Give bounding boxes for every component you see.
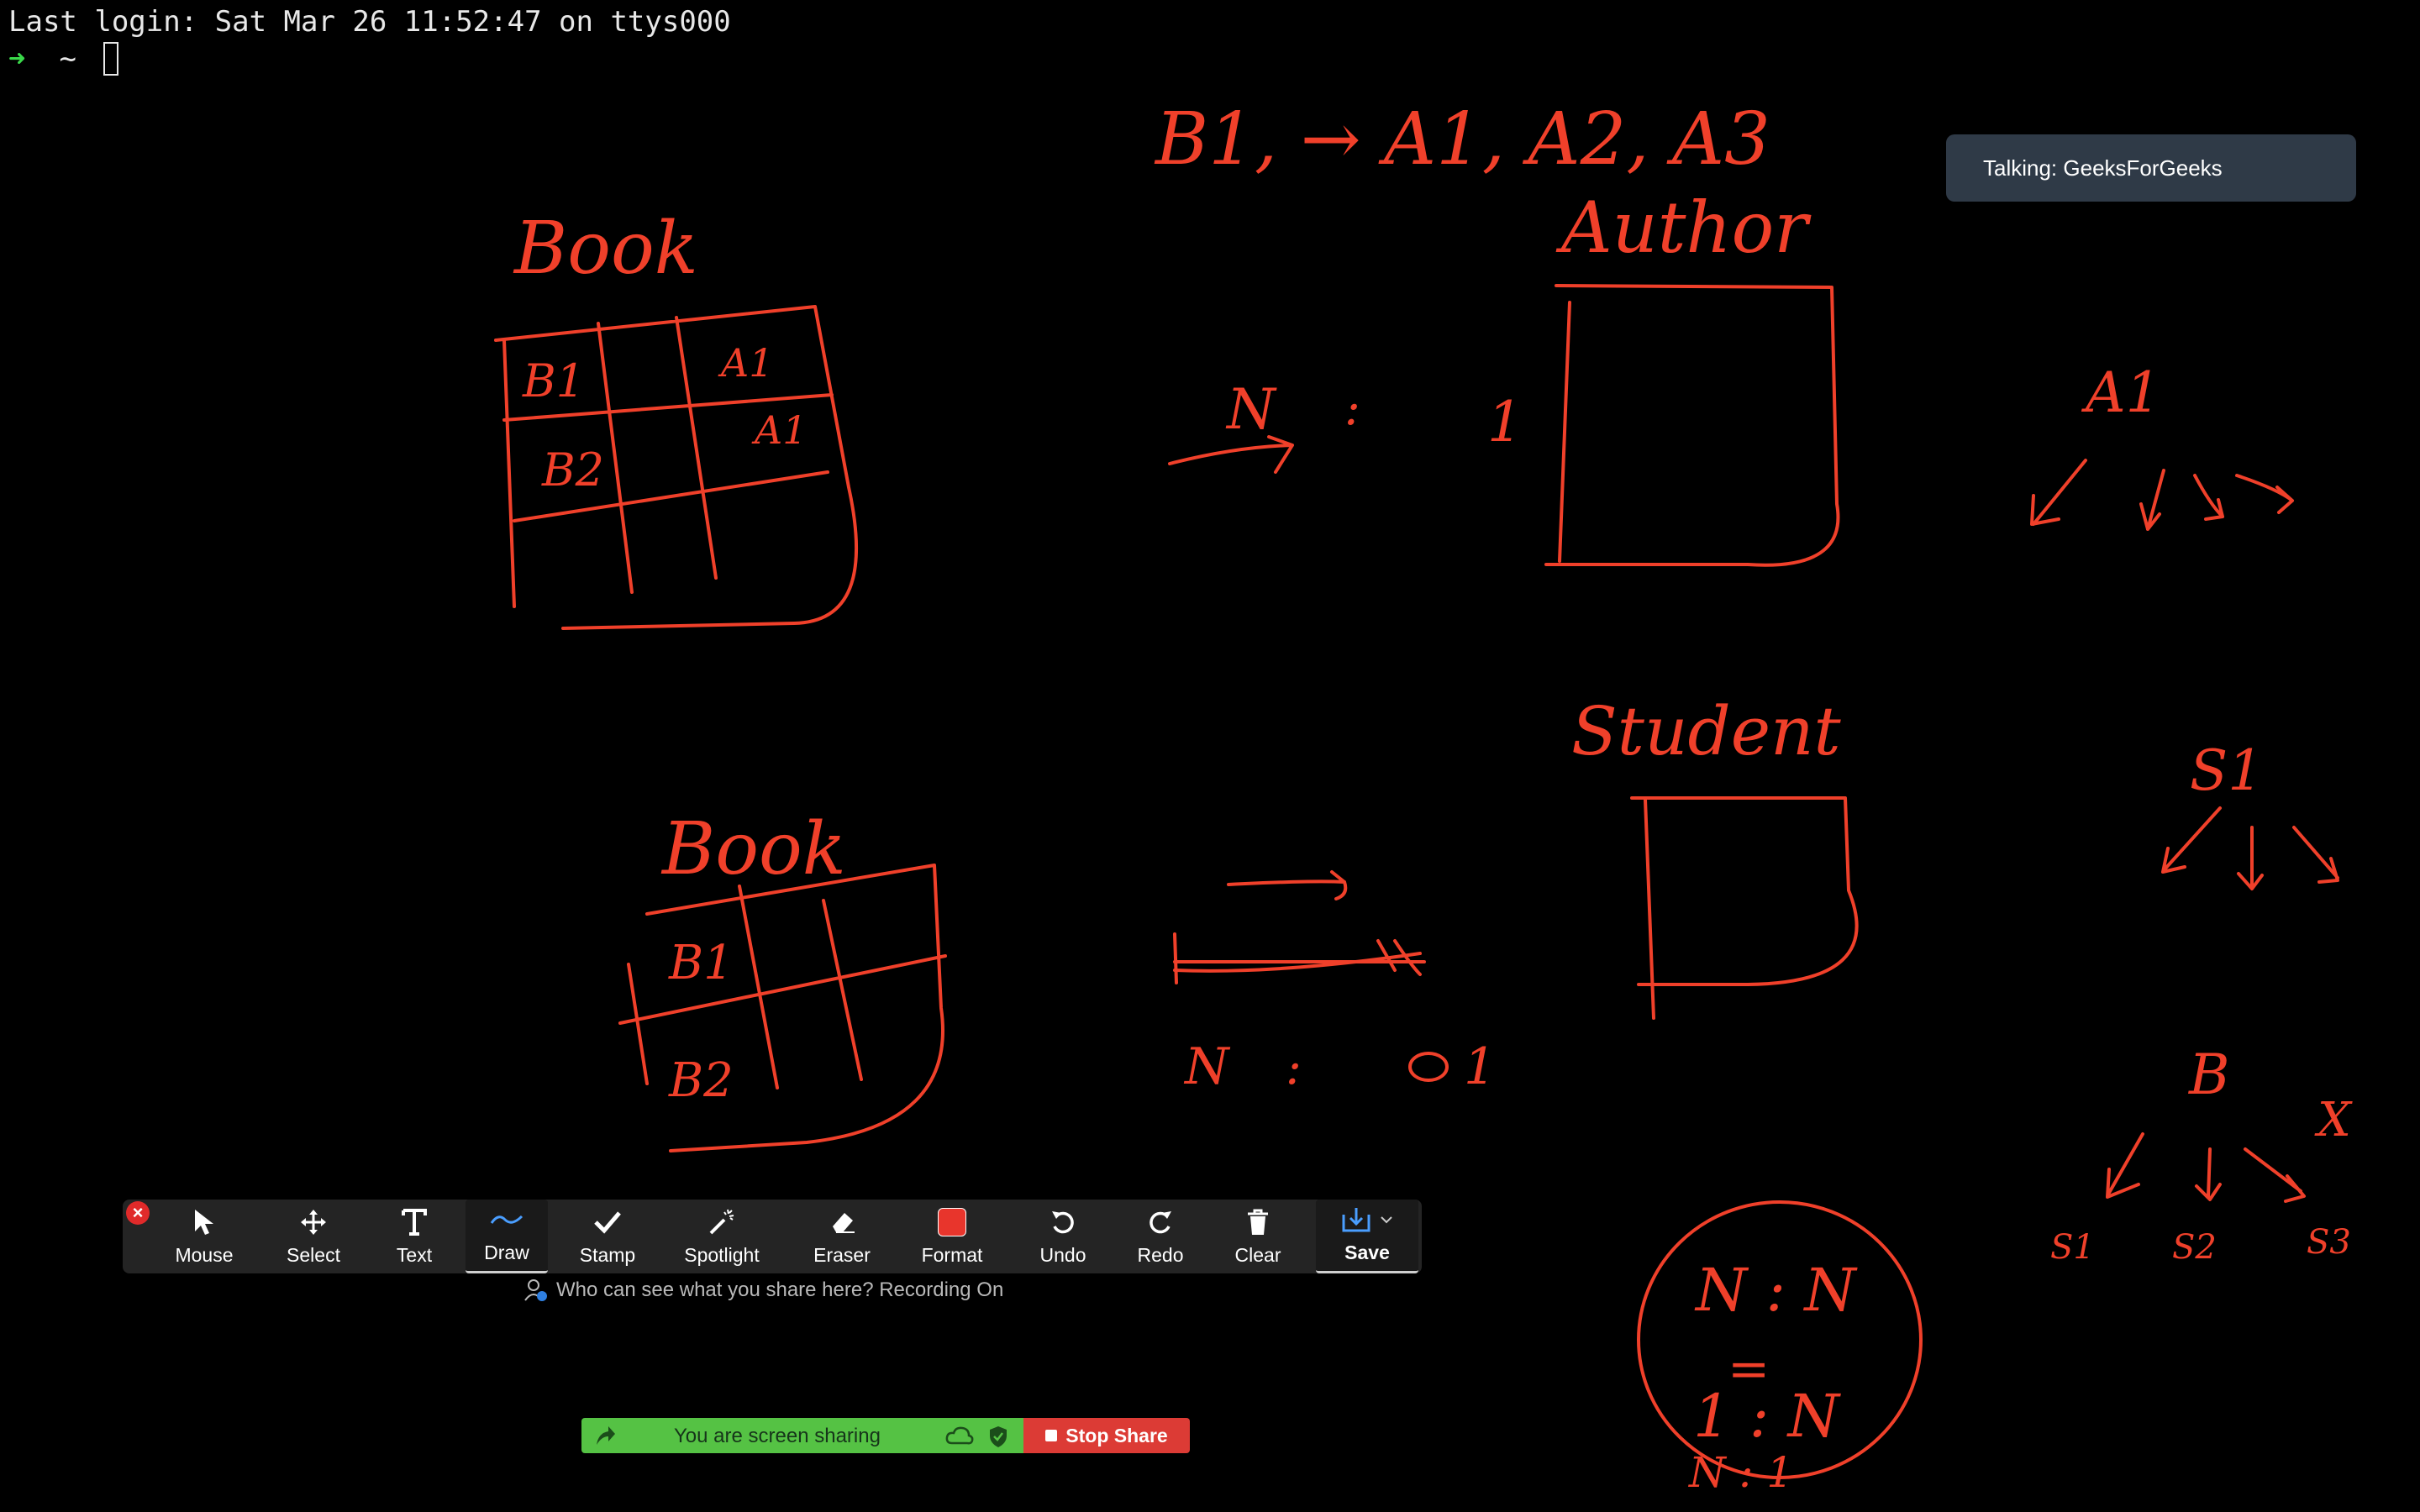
tool-eraser[interactable]: Eraser xyxy=(795,1200,889,1273)
tool-draw-label: Draw xyxy=(484,1242,529,1263)
leaf-s1: S1 xyxy=(2050,1228,2095,1267)
stop-square-icon xyxy=(1045,1430,1058,1441)
tool-save[interactable]: Save xyxy=(1316,1200,1418,1273)
mouse-pointer-icon xyxy=(192,1204,217,1241)
leaf-s3: S3 xyxy=(2307,1223,2351,1262)
student-table xyxy=(1630,796,1859,1020)
sharing-message: You are screen sharing xyxy=(674,1425,881,1447)
tool-format[interactable]: Format xyxy=(906,1200,998,1273)
tool-text[interactable]: Text xyxy=(368,1200,460,1273)
author-table xyxy=(1544,284,1840,567)
tool-mouse[interactable]: Mouse xyxy=(158,1200,250,1273)
move-arrows-icon xyxy=(299,1204,328,1241)
ratio-n-top: N xyxy=(1225,377,1277,442)
chevron-down-icon xyxy=(1381,1216,1392,1224)
scribble-blob xyxy=(1408,1052,1449,1082)
ratio-n-bottom: N xyxy=(1183,1037,1231,1096)
undo-icon xyxy=(1049,1204,1077,1241)
cell-b2-top: B2 xyxy=(541,444,604,496)
tool-select-label: Select xyxy=(287,1244,340,1266)
tool-clear-label: Clear xyxy=(1234,1244,1281,1266)
annotation-mapping: B1, → A1, A2, A3 xyxy=(1154,97,1770,181)
arrow-n-to-1 xyxy=(1168,435,1294,474)
tool-redo-label: Redo xyxy=(1137,1244,1184,1266)
stop-share-button[interactable]: Stop Share xyxy=(1023,1418,1190,1453)
squiggle-icon xyxy=(490,1201,523,1238)
redo-icon xyxy=(1146,1204,1175,1241)
tool-stamp[interactable]: Stamp xyxy=(561,1200,654,1273)
cloud-icon xyxy=(945,1426,974,1445)
tree-root-b: B xyxy=(2188,1042,2230,1107)
sharing-status[interactable]: You are screen sharing xyxy=(581,1418,1023,1453)
tool-draw[interactable]: Draw xyxy=(466,1200,548,1273)
color-swatch-icon xyxy=(938,1204,966,1241)
tool-select[interactable]: Select xyxy=(267,1200,360,1273)
annotation-book-top: Book xyxy=(513,207,698,291)
shield-check-icon xyxy=(990,1426,1007,1447)
tool-spotlight-label: Spotlight xyxy=(684,1244,760,1266)
book-bottom-table xyxy=(618,864,947,1152)
share-visibility-link[interactable]: Who can see what you share here? Recordi… xyxy=(524,1278,1003,1302)
participant-icon xyxy=(524,1279,547,1301)
tool-eraser-label: Eraser xyxy=(813,1244,871,1266)
tree-b-branches xyxy=(2106,1132,2306,1203)
tool-undo-label: Undo xyxy=(1039,1244,1086,1266)
share-visibility-text: Who can see what you share here? Recordi… xyxy=(556,1278,1004,1301)
cell-a1b-top: A1 xyxy=(751,407,808,453)
magic-wand-icon xyxy=(708,1204,736,1241)
annotation-student: Student xyxy=(1571,692,1842,770)
trash-icon xyxy=(1245,1204,1270,1241)
share-arrow-icon xyxy=(597,1426,615,1445)
tree-s1-branches xyxy=(2161,806,2339,890)
leaf-s2: S2 xyxy=(2172,1228,2217,1267)
ratio-one-bottom: 1 xyxy=(1464,1037,1496,1096)
whiteboard-annotations: B1, → A1, A2, A3 Book B1 B2 A1 A1 N : 1 … xyxy=(494,97,2353,1497)
text-T-icon xyxy=(401,1204,428,1241)
close-toolbar-button[interactable]: × xyxy=(126,1201,150,1225)
screen-share-bar: You are screen sharing Stop Share xyxy=(581,1418,1190,1453)
tree-crossed-x: X xyxy=(2314,1093,2353,1147)
note-one-to-n: 1 : N xyxy=(1693,1382,1842,1451)
tool-mouse-label: Mouse xyxy=(175,1244,234,1266)
ratio-colon-top: : xyxy=(1344,381,1360,436)
tool-redo[interactable]: Redo xyxy=(1114,1200,1207,1273)
tool-format-label: Format xyxy=(921,1244,983,1266)
tree-a1-branches xyxy=(2030,459,2294,531)
cell-b2-bottom: B2 xyxy=(668,1053,734,1108)
tool-clear[interactable]: Clear xyxy=(1212,1200,1304,1273)
tree-root-s1: S1 xyxy=(2190,738,2263,803)
note-n-to-n: N : N xyxy=(1694,1256,1858,1325)
ratio-colon-bottom: : xyxy=(1286,1041,1302,1095)
cell-a1-top: A1 xyxy=(718,340,774,386)
arrow-bottom xyxy=(1227,870,1348,900)
crossed-ratio xyxy=(1173,932,1426,984)
tool-stamp-label: Stamp xyxy=(579,1244,636,1266)
annotation-book-bottom: Book xyxy=(660,807,846,891)
cell-b1-top: B1 xyxy=(522,354,585,407)
annotation-toolbar: × Mouse Select Text Draw Stamp Spotlight… xyxy=(123,1200,1422,1273)
tool-spotlight[interactable]: Spotlight xyxy=(667,1200,776,1273)
ratio-one-top: 1 xyxy=(1487,390,1523,454)
talking-indicator: Talking: GeeksForGeeks xyxy=(1946,134,2356,202)
eraser-icon xyxy=(828,1204,856,1241)
tool-save-label: Save xyxy=(1344,1242,1390,1263)
tool-text-label: Text xyxy=(396,1244,433,1266)
annotation-author: Author xyxy=(1555,186,1812,269)
tool-undo[interactable]: Undo xyxy=(1017,1200,1109,1273)
cell-b1-bottom: B1 xyxy=(668,936,734,990)
save-icon xyxy=(1341,1201,1393,1238)
tree-root-a1: A1 xyxy=(2081,360,2161,425)
note-n-to-one: N : 1 xyxy=(1688,1448,1793,1497)
stop-share-label: Stop Share xyxy=(1065,1424,1168,1446)
checkmark-icon xyxy=(593,1204,622,1241)
